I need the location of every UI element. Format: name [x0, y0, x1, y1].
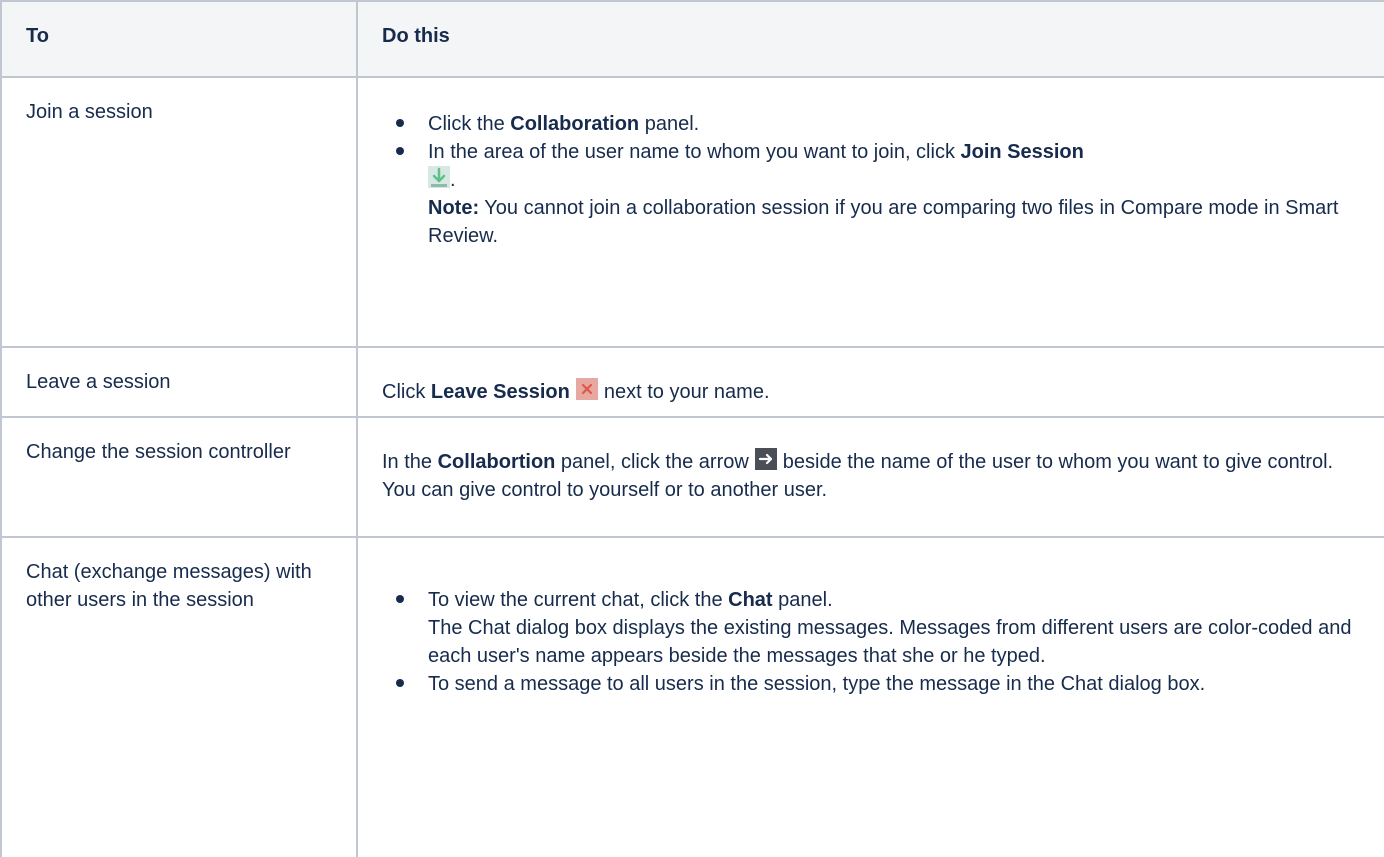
leave-session-icon — [575, 378, 598, 400]
do-cell-change: In the Collabortion panel, click the arr… — [356, 416, 1384, 538]
instructions-table: To Do this Join a session Click the Coll… — [0, 0, 1384, 857]
step-bold-text: Join Session — [960, 141, 1084, 163]
step-text: panel. — [639, 113, 700, 135]
step-bold-text: Collabortion — [437, 451, 556, 473]
step-text: next to your name. — [603, 381, 770, 403]
table-row: Chat (exchange messages) with other user… — [0, 536, 1384, 857]
step-bold-text: Leave Session — [430, 381, 570, 403]
chat-steps-list: To view the current chat, click the Chat… — [382, 586, 1354, 698]
to-cell-leave: Leave a session — [0, 346, 358, 418]
step-detail-text: The Chat dialog box displays the existin… — [428, 617, 1352, 667]
step-text: . — [450, 169, 456, 191]
step-text: Click the — [428, 113, 511, 135]
step-text: Click — [382, 381, 431, 403]
arrow-right-icon — [754, 448, 777, 470]
join-session-icon — [428, 166, 450, 188]
list-item: In the area of the user name to whom you… — [396, 138, 1354, 250]
table-row: Change the session controller In the Col… — [0, 416, 1384, 538]
to-cell-chat: Chat (exchange messages) with other user… — [0, 536, 358, 857]
do-cell-leave: Click Leave Session next to your name. — [356, 346, 1384, 418]
step-text: panel. — [772, 589, 833, 611]
note-text: You cannot join a collaboration session … — [428, 197, 1339, 247]
step-text: To view the current chat, click the — [428, 589, 729, 611]
header-to: To — [0, 0, 358, 78]
step-bold-text: Collaboration — [510, 113, 640, 135]
list-item: To view the current chat, click the Chat… — [396, 586, 1354, 670]
to-cell-change: Change the session controller — [0, 416, 358, 538]
do-cell-chat: To view the current chat, click the Chat… — [356, 536, 1384, 857]
table-header-row: To Do this — [0, 0, 1384, 78]
step-text: In the area of the user name to whom you… — [428, 141, 961, 163]
note-label: Note: — [428, 197, 480, 219]
table-row: Join a session Click the Collaboration p… — [0, 76, 1384, 348]
join-steps-list: Click the Collaboration panel. In the ar… — [382, 110, 1354, 250]
list-item: To send a message to all users in the se… — [396, 670, 1354, 698]
step-text: To send a message to all users in the se… — [428, 673, 1206, 695]
step-text: In the — [382, 451, 438, 473]
list-item: Click the Collaboration panel. — [396, 110, 1354, 138]
to-cell-join: Join a session — [0, 76, 358, 348]
step-bold-text: Chat — [728, 589, 773, 611]
header-do-this: Do this — [356, 0, 1384, 78]
do-cell-join: Click the Collaboration panel. In the ar… — [356, 76, 1384, 348]
step-text: panel, click the arrow — [555, 451, 749, 473]
table-row: Leave a session Click Leave Session next … — [0, 346, 1384, 418]
